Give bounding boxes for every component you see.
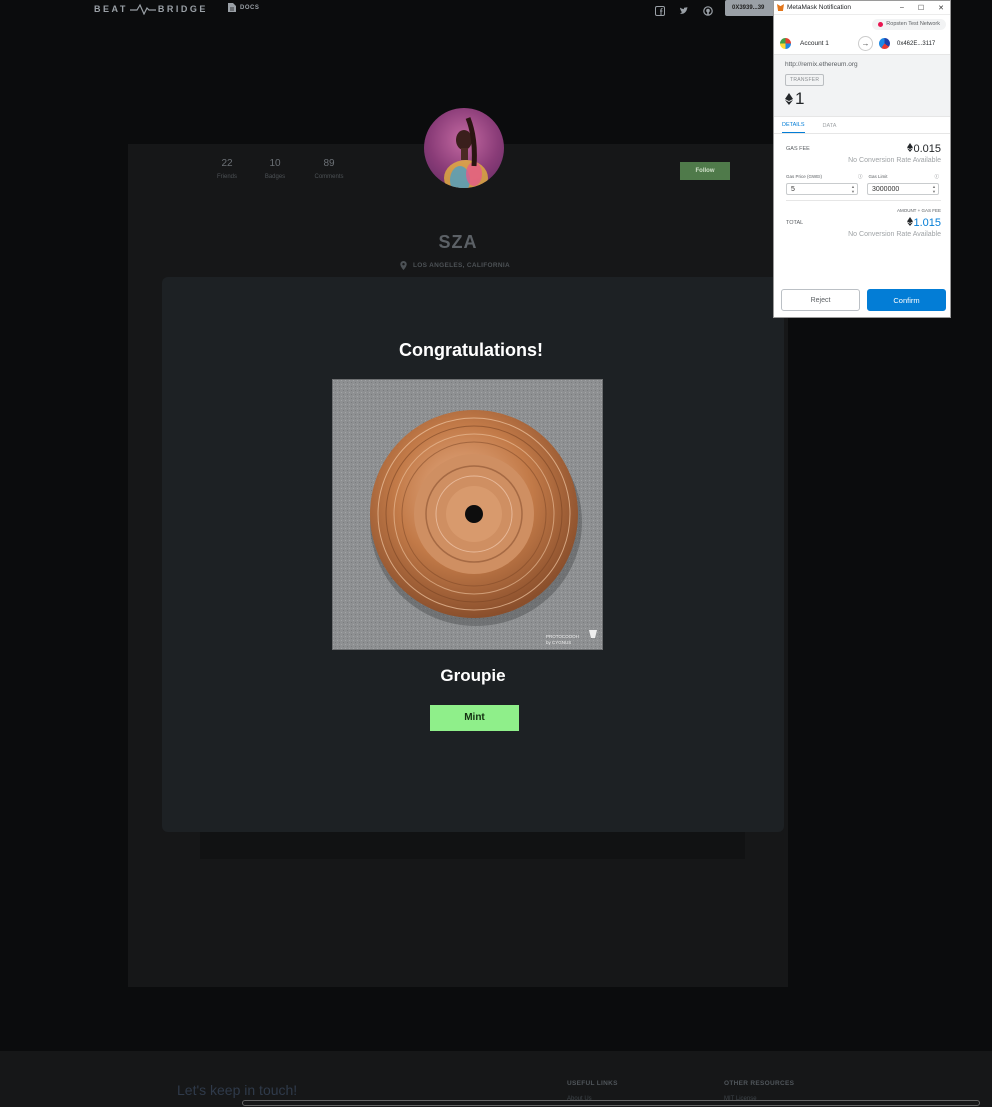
mm-divider (786, 200, 941, 201)
confirm-button[interactable]: Confirm (867, 289, 946, 311)
facebook-icon[interactable] (655, 3, 665, 16)
network-dot-icon (878, 21, 884, 27)
amount-gas-label: AMOUNT + GAS FEE (896, 208, 941, 213)
stat-value: 89 (323, 158, 335, 169)
watermark-line1: PROTOCOOOH (546, 634, 579, 639)
close-icon[interactable]: ✕ (938, 4, 944, 12)
info-icon[interactable]: ⓘ (935, 174, 940, 180)
reject-button[interactable]: Reject (781, 289, 860, 311)
artist-avatar (424, 108, 504, 188)
badge-title: Groupie (440, 666, 506, 685)
footer-tagline: Let's keep in touch! (177, 1082, 298, 1098)
stat-label: Badges (264, 174, 286, 180)
total-value: 1.015 (907, 217, 941, 229)
total-conversion: No Conversion Rate Available (848, 231, 941, 238)
stat-badges: 10 Badges (251, 158, 299, 180)
pulse-icon (129, 3, 156, 15)
gas-limit-input[interactable]: 3000000 ▲ ▼ (867, 183, 939, 195)
docs-link[interactable]: DOCS (228, 3, 259, 12)
follow-button[interactable]: Follow (680, 162, 730, 180)
to-account: 0x462E...3117 (897, 40, 936, 47)
other-resources-heading: OTHER RESOURCES (724, 1080, 795, 1087)
origin-url: http://remix.ethereum.org (785, 61, 858, 68)
mm-actions: Reject Confirm (774, 289, 950, 311)
mm-tabs: DETAILS DATA (774, 117, 950, 134)
useful-links-heading: USEFUL LINKS (567, 1080, 618, 1087)
badge-image: PROTOCOOOH by CYGNUS (332, 379, 603, 650)
tab-details[interactable]: DETAILS (782, 122, 805, 133)
gas-fee-amount: 0.015 (913, 143, 941, 155)
from-account: Account 1 (800, 40, 829, 47)
amount-display: 1 (785, 89, 939, 109)
total-label: TOTAL (786, 220, 804, 226)
brand-right: BRIDGE (157, 4, 208, 14)
total-amount: 1.015 (913, 217, 941, 229)
gas-limit-label: Gas Limit (868, 174, 888, 179)
stat-value: 10 (269, 158, 281, 169)
arrow-right-icon: → (858, 36, 873, 51)
stat-friends: 22 Friends (203, 158, 251, 180)
metamask-popup: MetaMask Notification – ☐ ✕ Ropsten Test… (773, 0, 951, 318)
amount-value: 1 (795, 89, 805, 108)
brand-logo[interactable]: BEAT BRIDGE (94, 3, 208, 15)
gas-price-label: Gas Price (GWEI) (786, 174, 823, 179)
docs-label: DOCS (240, 4, 260, 11)
browser-status-strip (242, 1100, 980, 1106)
gas-fee-value: 0.015 (907, 143, 941, 155)
action-badge: TRANSFER (785, 74, 825, 86)
from-account-avatar (780, 38, 791, 49)
twitter-icon[interactable] (679, 3, 689, 14)
map-pin-icon (400, 261, 407, 270)
gas-fee-conversion: No Conversion Rate Available (848, 157, 941, 164)
document-icon (228, 3, 236, 12)
gas-fee-label: GAS FEE (786, 146, 810, 152)
metamask-fox-icon (777, 4, 784, 11)
ethereum-icon (785, 93, 793, 105)
gas-price-input[interactable]: 5 ▲ ▼ (786, 183, 858, 195)
maximize-icon[interactable]: ☐ (918, 4, 924, 12)
tab-data[interactable]: DATA (823, 123, 837, 133)
stepper-icon[interactable]: ▲ ▼ (851, 184, 855, 194)
mm-accounts-row: Account 1 → 0x462E...3117 (774, 33, 950, 55)
gas-price-value: 5 (791, 186, 795, 193)
social-links (655, 3, 713, 16)
modal-heading: Congratulations! (399, 340, 543, 360)
gas-limit-value: 3000000 (872, 186, 900, 193)
brand-left: BEAT (94, 4, 128, 14)
watermark-line2: by CYGNUS (546, 640, 571, 645)
network-badge[interactable]: Ropsten Test Network (872, 18, 946, 30)
stat-label: Comments (314, 174, 344, 180)
info-icon[interactable]: ⓘ (858, 174, 863, 180)
mint-button[interactable]: Mint (430, 705, 519, 731)
minimize-icon[interactable]: – (900, 4, 904, 12)
mm-window-title: MetaMask Notification (787, 4, 851, 11)
network-name: Ropsten Test Network (886, 21, 940, 27)
mm-transaction-summary: http://remix.ethereum.org TRANSFER 1 (774, 55, 950, 117)
location-text: LOS ANGELES, CALIFORNIA (413, 262, 510, 269)
profile-stats: 22 Friends 10 Badges 89 Comments (203, 158, 359, 180)
to-account-avatar (879, 38, 890, 49)
artist-location: LOS ANGELES, CALIFORNIA (400, 261, 510, 270)
stat-label: Friends (216, 174, 237, 180)
modal-footer-bar (200, 832, 745, 859)
site-footer (0, 1051, 992, 1107)
stat-comments: 89 Comments (299, 158, 359, 180)
stat-value: 22 (221, 158, 233, 169)
github-icon[interactable] (703, 3, 713, 16)
mm-titlebar: MetaMask Notification – ☐ ✕ (774, 1, 950, 15)
stepper-icon[interactable]: ▲ ▼ (932, 184, 936, 194)
